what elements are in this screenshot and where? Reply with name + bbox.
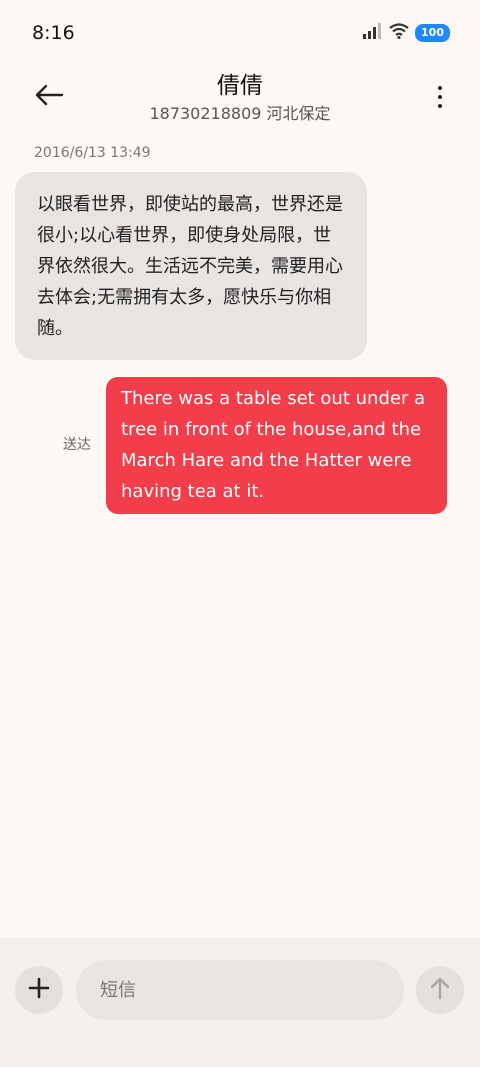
incoming-message-text: 以眼看世界，即使站的最高，世界还是很小;以心看世界，即使身处局限，世界依然很大。… (37, 194, 343, 339)
status-icons: 100 (363, 22, 450, 44)
send-button[interactable] (416, 966, 464, 1014)
conversation-header: 倩倩 18730218809 河北保定 (0, 66, 480, 128)
status-time: 8:16 (32, 22, 75, 44)
outgoing-message-text: There was a table set out under a tree i… (121, 388, 426, 502)
plus-icon (28, 977, 50, 1003)
composer-bar (0, 938, 480, 1067)
incoming-message-bubble[interactable]: 以眼看世界，即使站的最高，世界还是很小;以心看世界，即使身处局限，世界依然很大。… (15, 172, 367, 360)
more-dot (438, 86, 442, 90)
wifi-icon (389, 23, 409, 43)
battery-icon: 100 (415, 24, 450, 42)
message-input[interactable] (76, 960, 404, 1020)
status-bar: 8:16 100 (0, 0, 480, 66)
more-dot (438, 95, 442, 99)
add-attachment-button[interactable] (15, 966, 63, 1014)
contact-subtitle: 18730218809 河北保定 (149, 104, 331, 123)
arrow-up-icon (429, 976, 451, 1004)
contact-name: 倩倩 (217, 73, 263, 99)
more-dot (438, 104, 442, 108)
more-button[interactable] (430, 78, 450, 116)
message-timestamp: 2016/6/13 13:49 (34, 145, 151, 161)
outgoing-message-bubble[interactable]: There was a table set out under a tree i… (106, 377, 447, 514)
delivery-status: 送达 (63, 437, 91, 453)
signal-icon (363, 23, 383, 43)
